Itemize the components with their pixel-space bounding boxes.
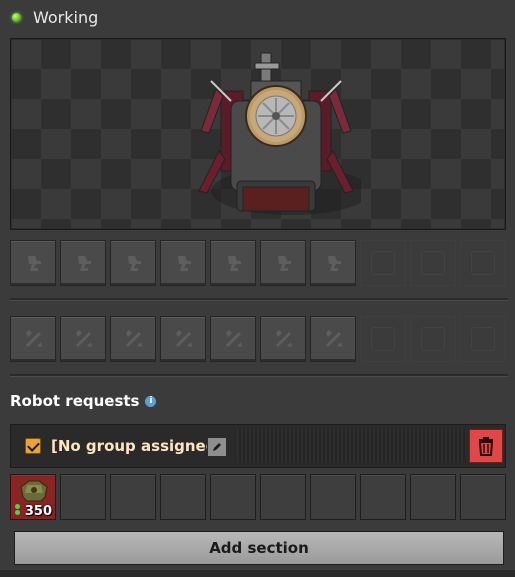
wrench-icon — [176, 330, 192, 347]
request-slot[interactable] — [110, 474, 156, 520]
locked-slot — [460, 240, 506, 286]
robot-arm-icon — [128, 256, 141, 271]
equipment-slot[interactable] — [160, 316, 206, 362]
robot-requests-title: Robot requests — [10, 392, 140, 410]
locked-slot — [410, 316, 456, 362]
section-enabled-checkbox[interactable] — [25, 438, 41, 454]
request-count: 350 — [24, 504, 52, 519]
request-slot[interactable] — [260, 474, 306, 520]
section-drag-handle[interactable] — [237, 429, 465, 463]
divider — [10, 298, 508, 301]
delete-section-button[interactable] — [469, 429, 503, 463]
robot-arm-icon — [78, 256, 91, 271]
upper-slot-row — [10, 240, 510, 286]
wrench-icon — [276, 330, 292, 347]
request-slot[interactable] — [210, 474, 256, 520]
request-slot[interactable] — [410, 474, 456, 520]
entity-preview[interactable] — [10, 38, 506, 230]
divider — [10, 374, 508, 377]
wrench-icon — [126, 330, 142, 347]
status-row: Working — [12, 6, 98, 28]
wrench-icon — [26, 330, 42, 347]
lower-slot-row — [10, 316, 510, 362]
request-slot[interactable] — [460, 474, 506, 520]
wrench-icon — [226, 330, 242, 347]
locked-slot — [360, 316, 406, 362]
info-icon[interactable]: i — [145, 395, 157, 407]
robot-arm-icon — [28, 256, 41, 271]
trash-icon — [478, 437, 494, 456]
equipment-slot[interactable] — [60, 316, 106, 362]
add-section-button[interactable]: Add section — [14, 531, 504, 565]
request-slot-row: 350 — [10, 474, 506, 520]
module-slot[interactable] — [10, 240, 56, 286]
request-slot[interactable] — [310, 474, 356, 520]
module-slot[interactable] — [110, 240, 156, 286]
module-slot[interactable] — [60, 240, 106, 286]
equipment-slot[interactable] — [210, 316, 256, 362]
request-slot[interactable] — [160, 474, 206, 520]
bottom-edge — [0, 570, 515, 577]
group-label: [No group assigned] — [51, 437, 224, 455]
request-slot[interactable]: 350 — [10, 474, 56, 520]
robot-arm-icon — [278, 256, 291, 271]
robot-requests-heading: Robot requests i — [10, 392, 157, 410]
locked-slot — [410, 240, 456, 286]
request-section-header: [No group assigned] — [10, 424, 506, 468]
request-slot[interactable] — [360, 474, 406, 520]
robot-arm-icon — [228, 256, 241, 271]
wrench-icon — [326, 330, 342, 347]
edit-group-button[interactable] — [207, 437, 227, 457]
equipment-slot[interactable] — [110, 316, 156, 362]
module-slot[interactable] — [260, 240, 306, 286]
module-slot[interactable] — [160, 240, 206, 286]
locked-slot — [360, 240, 406, 286]
equipment-slot[interactable] — [10, 316, 56, 362]
status-indicator-icon — [12, 12, 21, 22]
module-slot[interactable] — [210, 240, 256, 286]
locked-slot — [460, 316, 506, 362]
machine-icon — [198, 52, 361, 215]
wrench-icon — [76, 330, 92, 347]
pencil-icon — [213, 443, 221, 451]
module-slot[interactable] — [310, 240, 356, 286]
robot-arm-icon — [178, 256, 191, 271]
robot-arm-icon — [328, 256, 341, 271]
status-text: Working — [33, 7, 99, 27]
equipment-slot[interactable] — [310, 316, 356, 362]
request-slot[interactable] — [60, 474, 106, 520]
quality-indicator-icon — [15, 503, 21, 515]
equipment-slot[interactable] — [260, 316, 306, 362]
